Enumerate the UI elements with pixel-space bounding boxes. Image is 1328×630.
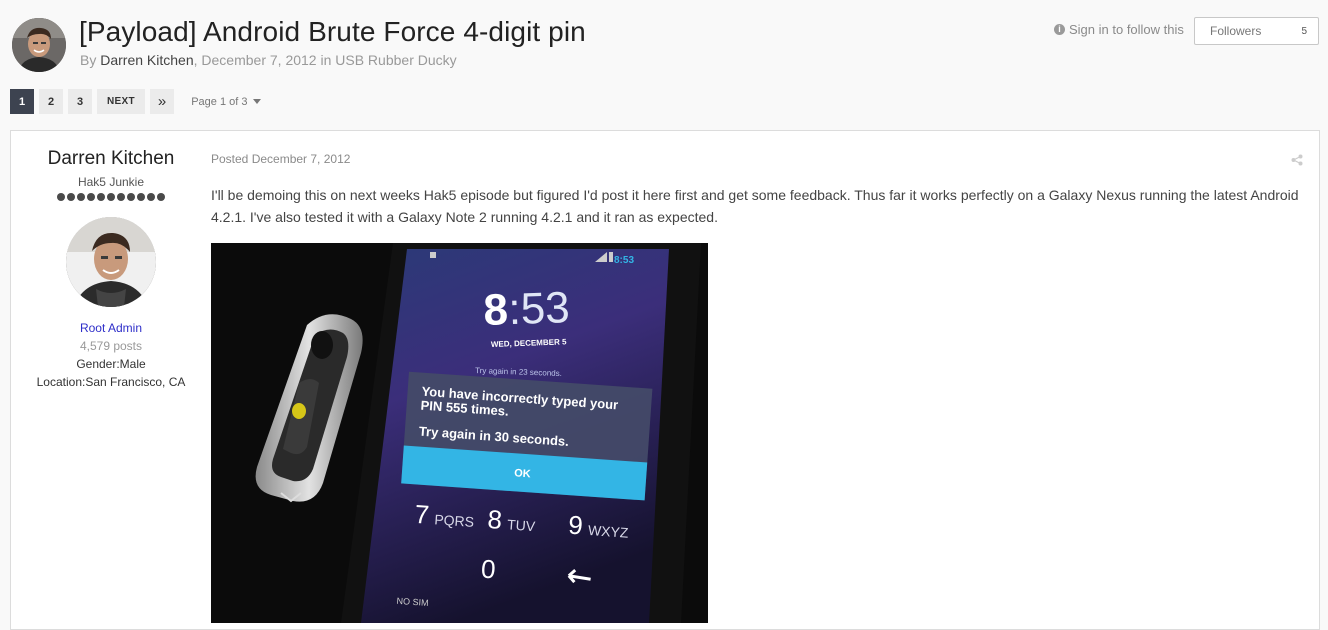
page-3-button[interactable]: 3 <box>68 89 92 114</box>
avatar-photo <box>12 18 66 72</box>
phone-photo: 8:53 8 :53 WED, DECEMBER 5 Try again in … <box>211 243 708 623</box>
caret-down-icon <box>252 99 261 104</box>
rank-pip <box>157 193 165 201</box>
key-8-digit[interactable]: 8 <box>487 504 504 535</box>
info-icon: i <box>1054 24 1065 35</box>
topic-meta-rest: , December 7, 2012 in USB Rubber Ducky <box>193 52 457 68</box>
post-author-avatar[interactable] <box>66 217 156 307</box>
next-page-button[interactable]: NEXT <box>97 89 145 114</box>
rank-pip <box>137 193 145 201</box>
post-author-post-count: 4,579 posts <box>79 339 143 353</box>
key-0-digit[interactable]: 0 <box>480 554 497 585</box>
post-date[interactable]: Posted December 7, 2012 <box>211 152 1311 166</box>
followers-count: 5 <box>1301 25 1307 37</box>
rank-pip <box>107 193 115 201</box>
page-jump-label: Page 1 of 3 <box>191 95 248 108</box>
key-7-letters: PQRS <box>434 511 475 530</box>
key-8-letters: TUV <box>507 516 537 534</box>
rank-pips <box>11 193 211 201</box>
post-author-sidebar: Darren Kitchen Hak5 Junkie Root Admin 4,… <box>11 131 211 389</box>
avatar-photo <box>66 217 156 307</box>
post-content: Posted December 7, 2012 I'll be demoing … <box>211 131 1311 623</box>
ok-button[interactable]: OK <box>514 467 531 480</box>
page-1-button[interactable]: 1 <box>10 89 34 114</box>
post-author-rank: Hak5 Junkie <box>77 175 145 189</box>
followers-label: Followers <box>1210 24 1262 38</box>
by-prefix: By <box>80 52 97 68</box>
rank-pip <box>117 193 125 201</box>
author-link[interactable]: Darren Kitchen <box>100 52 193 68</box>
rank-pip <box>87 193 95 201</box>
followers-button[interactable]: Followers 5 <box>1194 17 1319 45</box>
share-icon[interactable] <box>1291 153 1303 171</box>
pagination: 1 2 3 NEXT » Page 1 of 3 <box>10 89 261 114</box>
post-text: I'll be demoing this on next weeks Hak5 … <box>211 187 1299 225</box>
key-9-digit[interactable]: 9 <box>567 510 584 541</box>
last-page-button[interactable]: » <box>149 89 175 114</box>
clock-hour: 8 <box>483 285 509 335</box>
rank-pip <box>97 193 105 201</box>
lockout-dialog: You have incorrectly typed your PIN 555 … <box>401 371 653 501</box>
post-author-gender: Gender:Male <box>76 357 146 371</box>
post-author-location: Location:San Francisco, CA <box>36 375 186 389</box>
key-7-digit[interactable]: 7 <box>414 499 431 530</box>
post-author-name[interactable]: Darren Kitchen <box>11 148 211 170</box>
post: Darren Kitchen Hak5 Junkie Root Admin 4,… <box>10 130 1320 630</box>
post-author-group: Root Admin <box>79 321 143 335</box>
rank-pip <box>127 193 135 201</box>
author-avatar[interactable] <box>12 18 66 72</box>
rank-pip <box>77 193 85 201</box>
post-image[interactable]: 8:53 8 :53 WED, DECEMBER 5 Try again in … <box>211 243 708 623</box>
page-jump-dropdown[interactable]: Page 1 of 3 <box>191 95 261 108</box>
key-9-letters: WXYZ <box>587 522 629 541</box>
rank-pip <box>147 193 155 201</box>
page-title: [Payload] Android Brute Force 4-digit pi… <box>79 16 586 47</box>
rank-pip <box>57 193 65 201</box>
follow-label: Sign in to follow this <box>1069 22 1184 37</box>
status-time: 8:53 <box>614 255 634 266</box>
topic-meta: By Darren Kitchen, December 7, 2012 in U… <box>80 52 457 68</box>
rank-pip <box>67 193 75 201</box>
sign-in-to-follow-link[interactable]: i Sign in to follow this <box>1054 22 1184 37</box>
topic-header: [Payload] Android Brute Force 4-digit pi… <box>0 0 1328 84</box>
page-2-button[interactable]: 2 <box>39 89 63 114</box>
clock-minutes: :53 <box>508 283 571 334</box>
